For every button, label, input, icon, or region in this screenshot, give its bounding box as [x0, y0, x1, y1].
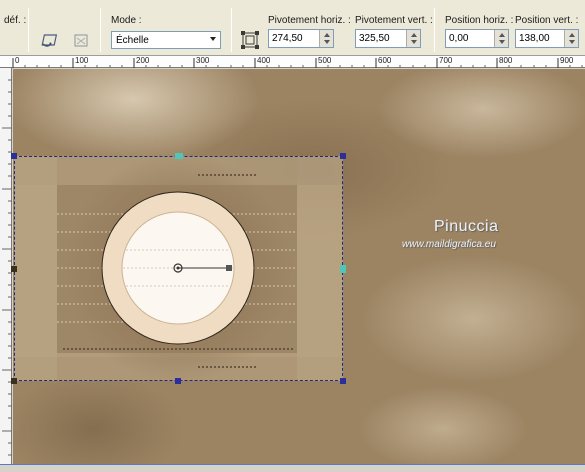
- preset-label: déf. :: [4, 15, 27, 26]
- pos-h-value: 0,00: [449, 33, 469, 44]
- apply-icon[interactable]: [70, 30, 92, 52]
- transform-grid-icon[interactable]: [239, 29, 261, 51]
- pivot-h-stepper[interactable]: 274,50: [268, 29, 334, 48]
- chevron-down-icon: [324, 40, 330, 44]
- pos-h-stepper[interactable]: 0,00: [445, 29, 509, 48]
- mode-label: Mode :: [111, 15, 142, 26]
- ruler-label: 500: [318, 56, 332, 65]
- stepper-buttons[interactable]: [406, 30, 420, 47]
- handle-bottom-left[interactable]: [11, 378, 17, 384]
- pos-v-value: 138,00: [519, 33, 550, 44]
- ruler-label: 800: [499, 56, 513, 65]
- ruler-label: 700: [439, 56, 453, 65]
- chevron-up-icon: [411, 33, 417, 37]
- status-strip: [0, 464, 585, 472]
- watermark-title: Pinuccia: [434, 218, 499, 235]
- pos-v-label: Position vert. :: [515, 15, 579, 26]
- chevron-up-icon: [499, 33, 505, 37]
- pivot-h-label: Pivotement horiz. :: [268, 15, 351, 26]
- horizontal-ruler: 0 100 200 300 400 500 600 700 800 900: [0, 56, 585, 68]
- pivot-v-value: 325,50: [359, 33, 390, 44]
- pos-v-stepper[interactable]: 138,00: [515, 29, 579, 48]
- ruler-label: 0: [15, 56, 20, 65]
- separator: [434, 8, 435, 52]
- reset-icon[interactable]: [40, 30, 62, 52]
- pivot-v-label: Pivotement vert. :: [355, 15, 433, 26]
- ruler-label: 400: [257, 56, 271, 65]
- deformation-tool-window: déf. : Mode : Échelle Pivotement horiz. …: [0, 0, 585, 472]
- handle-bottom-middle[interactable]: [175, 378, 181, 384]
- chevron-down-icon: [411, 40, 417, 44]
- ruler-label: 200: [136, 56, 150, 65]
- stepper-buttons[interactable]: [319, 30, 333, 47]
- watermark-url: www.maildigrafica.eu: [402, 239, 496, 250]
- handle-bottom-right[interactable]: [340, 378, 346, 384]
- pivot-h-value: 274,50: [272, 33, 303, 44]
- ruler-label: 900: [560, 56, 574, 65]
- chevron-up-icon: [324, 33, 330, 37]
- separator: [28, 8, 29, 52]
- chevron-down-icon: [210, 37, 216, 41]
- handle-top-left[interactable]: [11, 153, 17, 159]
- tool-options-bar: déf. : Mode : Échelle Pivotement horiz. …: [0, 0, 585, 56]
- mode-select-value: Échelle: [116, 34, 149, 46]
- ruler-label: 300: [196, 56, 210, 65]
- chevron-up-icon: [569, 33, 575, 37]
- stepper-buttons[interactable]: [564, 30, 578, 47]
- ruler-label: 600: [378, 56, 392, 65]
- separator: [231, 8, 232, 52]
- handle-middle-left[interactable]: [11, 266, 17, 272]
- handle-top-right[interactable]: [340, 153, 346, 159]
- pivot-v-stepper[interactable]: 325,50: [355, 29, 421, 48]
- stepper-buttons[interactable]: [494, 30, 508, 47]
- separator: [100, 8, 101, 52]
- ruler-label: 100: [75, 56, 89, 65]
- selection-rectangle[interactable]: [14, 156, 343, 381]
- handle-middle-right[interactable]: [340, 265, 346, 273]
- handle-top-middle[interactable]: [175, 153, 183, 159]
- pos-h-label: Position horiz. :: [445, 15, 514, 26]
- mode-select[interactable]: Échelle: [111, 31, 221, 49]
- chevron-down-icon: [569, 40, 575, 44]
- chevron-down-icon: [499, 40, 505, 44]
